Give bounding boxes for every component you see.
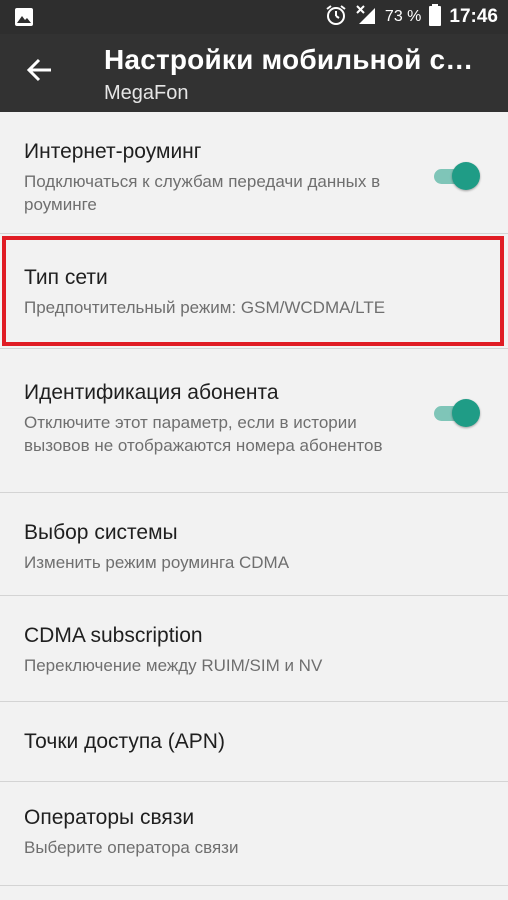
setting-summary: Предпочтительный режим: GSM/WCDMA/LTE [24, 298, 386, 317]
highlight-frame [2, 236, 504, 346]
setting-title: Точки доступа (APN) [24, 730, 225, 753]
setting-operators[interactable]: Операторы связи Выберите оператора связи [0, 782, 508, 886]
caller-id-switch[interactable] [434, 397, 480, 429]
clock: 17:46 [449, 6, 498, 27]
settings-list: Интернет-роуминг Подключаться к службам … [0, 112, 508, 886]
setting-title: Тип сети [24, 266, 108, 289]
battery-icon [429, 3, 442, 31]
setting-title: Выбор системы [24, 521, 178, 544]
setting-title: Идентификация абонента [24, 381, 279, 404]
setting-internet-roaming[interactable]: Интернет-роуминг Подключаться к службам … [0, 112, 508, 234]
setting-network-type[interactable]: Тип сети Предпочтительный режим: GSM/WCD… [0, 234, 508, 349]
back-button[interactable] [14, 46, 66, 98]
setting-cdma-subscription[interactable]: CDMA subscription Переключение между RUI… [0, 596, 508, 702]
switch-thumb [452, 162, 480, 190]
setting-summary: Отключите этот параметр, если в истории … [24, 413, 383, 455]
setting-summary: Подключаться к службам передачи данных в… [24, 172, 381, 214]
page-title: Настройки мобильной сет... [104, 44, 484, 75]
battery-percent: 73 % [384, 8, 422, 25]
setting-caller-id[interactable]: Идентификация абонента Отключите этот па… [0, 349, 508, 493]
toolbar: Настройки мобильной сет... MegaFon [0, 34, 508, 112]
setting-system-select[interactable]: Выбор системы Изменить режим роуминга CD… [0, 493, 508, 596]
page-subtitle: MegaFon [104, 82, 189, 104]
alarm-icon [325, 4, 347, 31]
setting-title: CDMA subscription [24, 624, 203, 647]
no-signal-icon [355, 4, 377, 31]
setting-summary: Изменить режим роуминга CDMA [24, 553, 290, 572]
image-icon [14, 7, 34, 32]
setting-apn[interactable]: Точки доступа (APN) [0, 702, 508, 782]
switch-thumb [452, 399, 480, 427]
setting-title: Интернет-роуминг [24, 140, 202, 163]
back-arrow-icon [26, 56, 54, 89]
status-bar: 73 % 17:46 [0, 0, 508, 34]
setting-summary: Переключение между RUIM/SIM и NV [24, 656, 323, 675]
setting-summary: Выберите оператора связи [24, 838, 239, 857]
setting-title: Операторы связи [24, 806, 195, 829]
internet-roaming-switch[interactable] [434, 160, 480, 192]
